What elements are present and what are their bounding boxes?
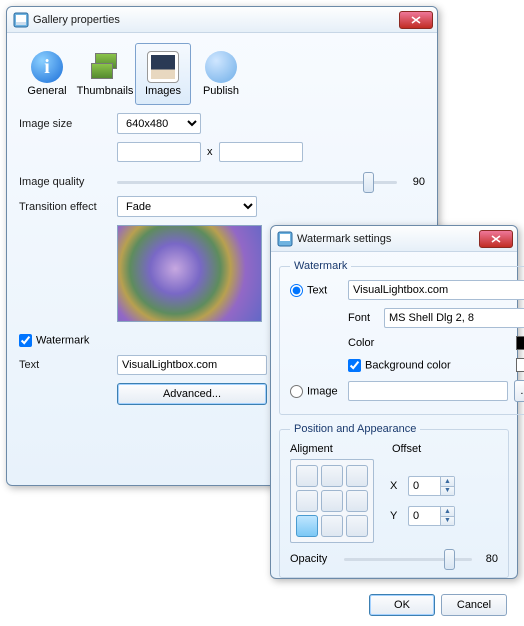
- tab-label: Thumbnails: [77, 85, 134, 97]
- image-quality-label: Image quality: [19, 176, 111, 188]
- titlebar: Gallery properties: [7, 7, 437, 33]
- align-ml[interactable]: [296, 490, 318, 512]
- spin-down-icon[interactable]: ▼: [441, 517, 454, 526]
- tab-label: Publish: [203, 85, 239, 97]
- ok-button[interactable]: OK: [369, 594, 435, 616]
- offset-x-input[interactable]: [408, 476, 440, 496]
- opacity-slider[interactable]: [344, 558, 472, 561]
- align-bc[interactable]: [321, 515, 343, 537]
- alignment-label: Aligment: [290, 443, 386, 455]
- close-icon: [491, 235, 501, 243]
- align-tl[interactable]: [296, 465, 318, 487]
- align-tc[interactable]: [321, 465, 343, 487]
- spin-up-icon[interactable]: ▲: [441, 477, 454, 487]
- bgcolor-swatch[interactable]: [516, 358, 524, 372]
- position-group: Position and Appearance Aligment Offset: [279, 423, 509, 578]
- transition-preview: [117, 225, 262, 322]
- bgcolor-checkbox[interactable]: [348, 359, 361, 372]
- transition-label: Transition effect: [19, 201, 111, 213]
- width-input[interactable]: [117, 142, 201, 162]
- browse-button[interactable]: ...: [514, 380, 524, 402]
- watermark-text-input[interactable]: [117, 355, 267, 375]
- image-radio-label[interactable]: Image: [290, 385, 342, 398]
- app-icon: [13, 12, 29, 28]
- close-icon: [411, 16, 421, 24]
- watermark-settings-window: Watermark settings Watermark Text Font C…: [270, 225, 518, 579]
- font-label: Font: [348, 312, 378, 324]
- offset-y-spinner[interactable]: ▲▼: [408, 506, 455, 526]
- tab-images[interactable]: Images: [135, 43, 191, 105]
- watermark-checkbox[interactable]: [19, 334, 32, 347]
- align-bl[interactable]: [296, 515, 318, 537]
- tab-bar: i General Thumbnails Images Publish: [19, 43, 425, 105]
- offset-label: Offset: [392, 443, 421, 455]
- image-quality-slider[interactable]: [117, 181, 397, 184]
- align-tr[interactable]: [346, 465, 368, 487]
- spin-up-icon[interactable]: ▲: [441, 507, 454, 517]
- align-mr[interactable]: [346, 490, 368, 512]
- window-title: Gallery properties: [33, 14, 399, 26]
- watermark-text-label: Text: [19, 359, 111, 371]
- offset-y-input[interactable]: [408, 506, 440, 526]
- watermark-text-input[interactable]: [348, 280, 524, 300]
- text-radio-label[interactable]: Text: [290, 284, 342, 297]
- align-mc[interactable]: [321, 490, 343, 512]
- size-separator: x: [207, 146, 213, 158]
- height-input[interactable]: [219, 142, 303, 162]
- transition-select[interactable]: Fade: [117, 196, 257, 217]
- color-swatch[interactable]: [516, 336, 524, 350]
- color-label: Color: [348, 337, 510, 349]
- image-size-select[interactable]: 640x480: [117, 113, 201, 134]
- image-size-label: Image size: [19, 118, 111, 130]
- slider-thumb[interactable]: [444, 549, 455, 570]
- text-radio[interactable]: [290, 284, 303, 297]
- x-label: X: [390, 480, 402, 492]
- slider-thumb[interactable]: [363, 172, 374, 193]
- font-input[interactable]: [384, 308, 524, 328]
- bgcolor-checkbox-label[interactable]: Background color: [348, 359, 510, 372]
- align-br[interactable]: [346, 515, 368, 537]
- window-title: Watermark settings: [297, 233, 479, 245]
- titlebar: Watermark settings: [271, 226, 517, 252]
- spin-down-icon[interactable]: ▼: [441, 487, 454, 496]
- advanced-button[interactable]: Advanced...: [117, 383, 267, 405]
- y-label: Y: [390, 510, 402, 522]
- position-group-label: Position and Appearance: [290, 423, 420, 435]
- watermark-checkbox-label[interactable]: Watermark: [19, 334, 111, 347]
- tab-general[interactable]: i General: [19, 43, 75, 105]
- alignment-grid: [290, 459, 374, 543]
- tab-publish[interactable]: Publish: [193, 43, 249, 105]
- thumbnails-icon: [89, 51, 121, 83]
- opacity-value: 80: [478, 553, 498, 565]
- cancel-button[interactable]: Cancel: [441, 594, 507, 616]
- watermark-group-label: Watermark: [290, 260, 351, 272]
- image-path-input[interactable]: [348, 381, 508, 401]
- opacity-label: Opacity: [290, 553, 338, 565]
- watermark-group: Watermark Text Font Color Background col…: [279, 260, 524, 415]
- close-button[interactable]: [399, 11, 433, 29]
- publish-icon: [205, 51, 237, 83]
- close-button[interactable]: [479, 230, 513, 248]
- images-icon: [147, 51, 179, 83]
- tab-label: Images: [145, 85, 181, 97]
- offset-x-spinner[interactable]: ▲▼: [408, 476, 455, 496]
- tab-thumbnails[interactable]: Thumbnails: [77, 43, 133, 105]
- image-radio[interactable]: [290, 385, 303, 398]
- image-quality-value: 90: [403, 176, 425, 188]
- tab-label: General: [27, 85, 66, 97]
- app-icon: [277, 231, 293, 247]
- info-icon: i: [31, 51, 63, 83]
